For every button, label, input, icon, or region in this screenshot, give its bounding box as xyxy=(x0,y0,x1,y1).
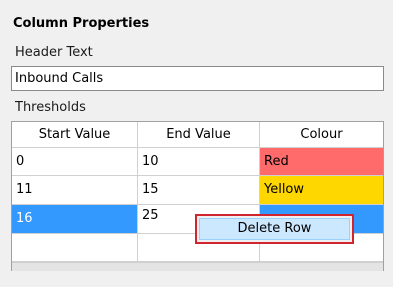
start-value-cell[interactable]: 16 xyxy=(12,205,138,234)
thresholds-label: Thresholds xyxy=(15,100,86,115)
column-properties-panel: Column Properties Header Text Inbound Ca… xyxy=(0,0,393,287)
colour-cell[interactable]: Red xyxy=(260,148,383,176)
column-header-start-value[interactable]: Start Value xyxy=(12,122,138,148)
column-header-end-value[interactable]: End Value xyxy=(138,122,260,148)
start-value-cell[interactable]: 0 xyxy=(12,148,138,176)
grid-footer xyxy=(12,262,383,271)
panel-title: Column Properties xyxy=(13,16,150,31)
grid-header-row: Start Value End Value Colour xyxy=(12,122,383,148)
colour-cell[interactable]: Yellow xyxy=(260,176,383,205)
delete-row-menu-item[interactable]: Delete Row xyxy=(199,218,350,240)
column-header-colour[interactable]: Colour xyxy=(260,122,383,148)
start-value-cell[interactable]: 11 xyxy=(12,176,138,205)
thresholds-grid[interactable]: Start Value End Value Colour 0 10 Red 11… xyxy=(11,121,384,271)
end-value-cell[interactable]: 15 xyxy=(138,176,260,205)
context-menu: Delete Row xyxy=(195,214,354,244)
start-value-cell[interactable] xyxy=(12,234,138,262)
table-row[interactable]: 11 15 Yellow xyxy=(12,176,383,205)
header-text-label: Header Text xyxy=(15,45,93,60)
header-text-input[interactable]: Inbound Calls xyxy=(11,66,384,91)
end-value-cell[interactable]: 10 xyxy=(138,148,260,176)
table-row[interactable]: 0 10 Red xyxy=(12,148,383,176)
